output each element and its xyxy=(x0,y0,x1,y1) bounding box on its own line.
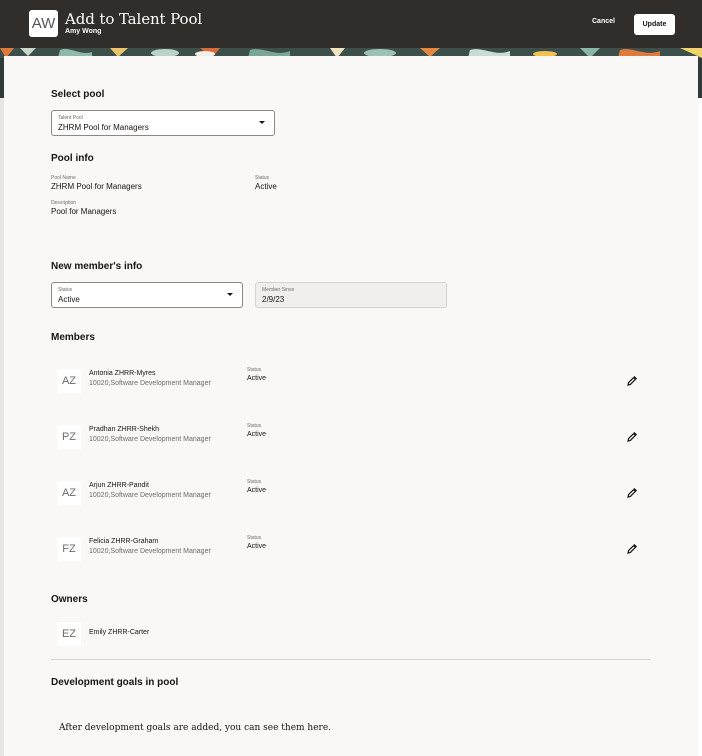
member-status-label: Status xyxy=(247,479,262,485)
member-name: Pradhan ZHRR-Shekh xyxy=(89,426,160,433)
description-label: Description xyxy=(51,200,77,206)
page-subtitle: Amy Wong xyxy=(65,28,102,35)
member-name: Antonia ZHRR-Myres xyxy=(89,370,156,377)
list-item: FZ Felicia ZHRR-Graham 10020,Software De… xyxy=(57,532,647,572)
dev-goals-heading: Development goals in pool xyxy=(51,677,179,688)
avatar: AZ xyxy=(57,369,81,393)
member-detail: 10020,Software Development Manager xyxy=(89,436,211,443)
avatar: FZ xyxy=(57,537,81,561)
member-detail: 10020,Software Development Manager xyxy=(89,548,211,555)
member-since-value: 2/9/23 xyxy=(262,295,285,304)
member-status-value: Active xyxy=(58,295,80,304)
chevron-down-icon xyxy=(227,293,233,296)
talent-pool-label: Talent Pool xyxy=(58,115,83,121)
pool-info-heading: Pool info xyxy=(51,153,94,164)
member-detail: 10020,Software Development Manager xyxy=(89,492,211,499)
list-item: AZ Antonia ZHRR-Myres 10020,Software Dev… xyxy=(57,364,647,404)
section-divider xyxy=(51,659,651,660)
member-status-label: Status xyxy=(58,287,73,293)
member-status-label: Status xyxy=(247,535,262,541)
pool-status-value: Active xyxy=(255,182,277,191)
list-item: PZ Pradhan ZHRR-Shekh 10020,Software Dev… xyxy=(57,420,647,460)
app-header: AW Add to Talent Pool Amy Wong Cancel Up… xyxy=(0,0,702,48)
pool-status-label: Status xyxy=(255,175,270,181)
pencil-icon[interactable] xyxy=(625,542,639,556)
list-item: EZ Emily ZHRR-Carter xyxy=(57,617,647,657)
list-item: AZ Arjun ZHRR-Pandit 10020,Software Deve… xyxy=(57,476,647,516)
new-member-heading: New member's info xyxy=(51,261,143,272)
member-since-field[interactable]: Member Since 2/9/23 xyxy=(255,282,447,308)
member-since-label: Member Since xyxy=(262,287,295,293)
talent-pool-select[interactable]: Talent Pool ZHRM Pool for Managers xyxy=(51,110,275,136)
pool-name-label: Pool Name xyxy=(51,175,76,181)
member-name: Arjun ZHRR-Pandit xyxy=(89,482,149,489)
select-pool-heading: Select pool xyxy=(51,89,105,100)
avatar: EZ xyxy=(57,622,81,646)
member-status-value: Active xyxy=(247,487,267,494)
description-value: Pool for Managers xyxy=(51,207,117,216)
member-status-label: Status xyxy=(247,367,262,373)
empty-state-message: After development goals are added, you c… xyxy=(59,723,332,733)
page-title: Add to Talent Pool xyxy=(65,10,203,28)
update-button[interactable]: Update xyxy=(634,14,675,35)
members-heading: Members xyxy=(51,332,95,343)
cancel-button[interactable]: Cancel xyxy=(592,18,615,25)
member-status-label: Status xyxy=(247,423,262,429)
pencil-icon[interactable] xyxy=(625,374,639,388)
member-status-value: Active xyxy=(247,543,267,550)
avatar: PZ xyxy=(57,425,81,449)
avatar: AZ xyxy=(57,481,81,505)
owner-name: Emily ZHRR-Carter xyxy=(89,629,150,636)
chevron-down-icon xyxy=(259,121,265,124)
member-detail: 10020,Software Development Manager xyxy=(89,380,211,387)
avatar: AW xyxy=(29,10,58,37)
pool-name-value: ZHRM Pool for Managers xyxy=(51,182,142,191)
pencil-icon[interactable] xyxy=(625,486,639,500)
pencil-icon[interactable] xyxy=(625,430,639,444)
owners-heading: Owners xyxy=(51,594,88,605)
member-name: Felicia ZHRR-Graham xyxy=(89,538,159,545)
member-status-value: Active xyxy=(247,431,267,438)
member-status-value: Active xyxy=(247,375,267,382)
member-status-select[interactable]: Status Active xyxy=(51,282,243,308)
talent-pool-value: ZHRM Pool for Managers xyxy=(58,123,149,132)
